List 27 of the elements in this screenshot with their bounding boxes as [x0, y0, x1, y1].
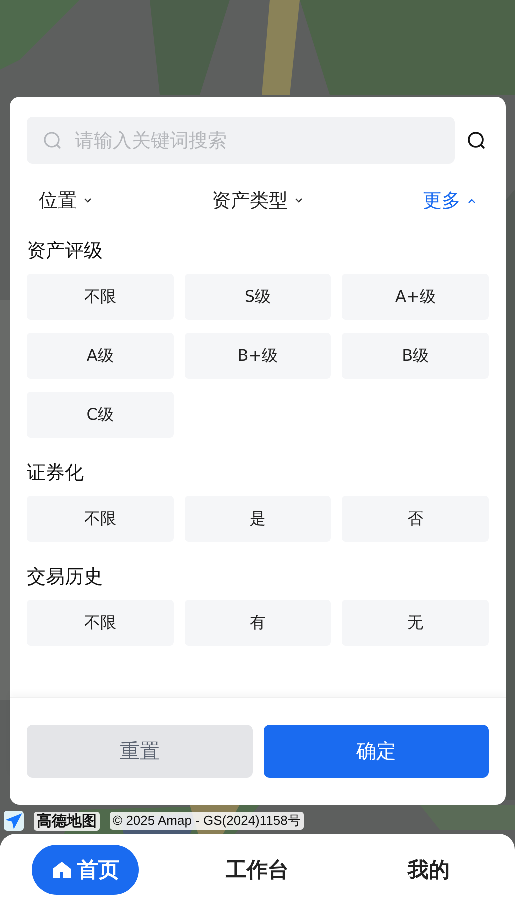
section-title: 资产评级 [27, 239, 104, 264]
option-button[interactable]: C级 [27, 392, 174, 438]
confirm-button[interactable]: 确定 [264, 725, 489, 778]
option-button[interactable]: B级 [342, 333, 489, 379]
nav-tab[interactable]: 我的 [388, 844, 470, 894]
filter-tab[interactable]: 资产类型 [212, 188, 288, 214]
map-attribution: © 2025 Amap - GS(2024)1158号 [110, 812, 304, 830]
option-button[interactable]: 是 [184, 496, 332, 542]
section-title: 交易历史 [27, 565, 104, 590]
search-field[interactable]: 请输入关键词搜索 [27, 117, 455, 164]
section-title: 证券化 [27, 461, 85, 486]
filter-tab[interactable]: 位置 [39, 188, 77, 214]
option-button[interactable]: 无 [342, 600, 489, 646]
map-brand: 高德地图 [34, 812, 100, 830]
option-button[interactable]: 有 [184, 600, 332, 646]
option-button[interactable]: B+级 [184, 333, 332, 379]
reset-button[interactable]: 重置 [27, 725, 252, 778]
option-button[interactable]: 不限 [27, 600, 174, 646]
option-button[interactable]: 不限 [27, 274, 174, 320]
option-button[interactable]: A级 [27, 333, 174, 379]
option-button[interactable]: 否 [342, 496, 489, 542]
nav-tab[interactable]: 工作台 [206, 844, 309, 894]
filter-tab[interactable]: 更多 [423, 188, 461, 214]
option-button[interactable]: A+级 [342, 274, 489, 320]
option-button[interactable]: 不限 [27, 496, 174, 542]
nav-tab[interactable]: 首页 [32, 844, 140, 894]
option-button[interactable]: S级 [184, 274, 332, 320]
